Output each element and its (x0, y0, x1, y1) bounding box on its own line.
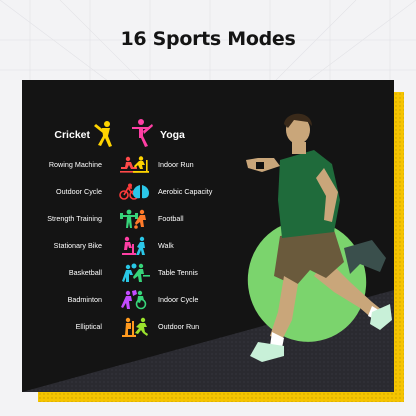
sport-label: Badminton (67, 295, 102, 304)
sport-label: Cricket (54, 129, 90, 141)
sport-label: Outdoor Cycle (56, 187, 102, 196)
sport-label: Yoga (160, 129, 185, 141)
sport-label: Rowing Machine (48, 160, 102, 169)
yoga-icon (132, 119, 153, 147)
cricket-icon (94, 121, 112, 147)
walk-icon (136, 236, 145, 255)
football-icon (134, 209, 146, 229)
sport-label: Strength Training (47, 214, 102, 223)
sport-label: Indoor Run (158, 160, 194, 169)
sport-label: Aerobic Capacity (158, 187, 213, 196)
indoor-cycle-icon (135, 290, 147, 310)
sports-modes-panel: Cricket Rowing Machine Outdoor Cycle Str… (22, 80, 394, 392)
sport-label: Outdoor Run (158, 322, 200, 331)
sport-label: Elliptical (75, 322, 102, 331)
indoor-run-icon (133, 156, 149, 173)
sport-label: Basketball (68, 268, 102, 277)
athlete-image (246, 113, 392, 362)
aerobic-capacity-icon (133, 185, 149, 199)
sport-label: Indoor Cycle (158, 295, 199, 304)
sport-label: Stationary Bike (53, 241, 102, 250)
page-title: 16 Sports Modes (120, 28, 296, 50)
sport-label: Table Tennis (158, 268, 198, 277)
sport-label: Walk (158, 241, 174, 250)
outdoor-run-icon (135, 317, 148, 336)
sport-label: Football (158, 214, 184, 223)
table-tennis-icon (133, 263, 150, 282)
